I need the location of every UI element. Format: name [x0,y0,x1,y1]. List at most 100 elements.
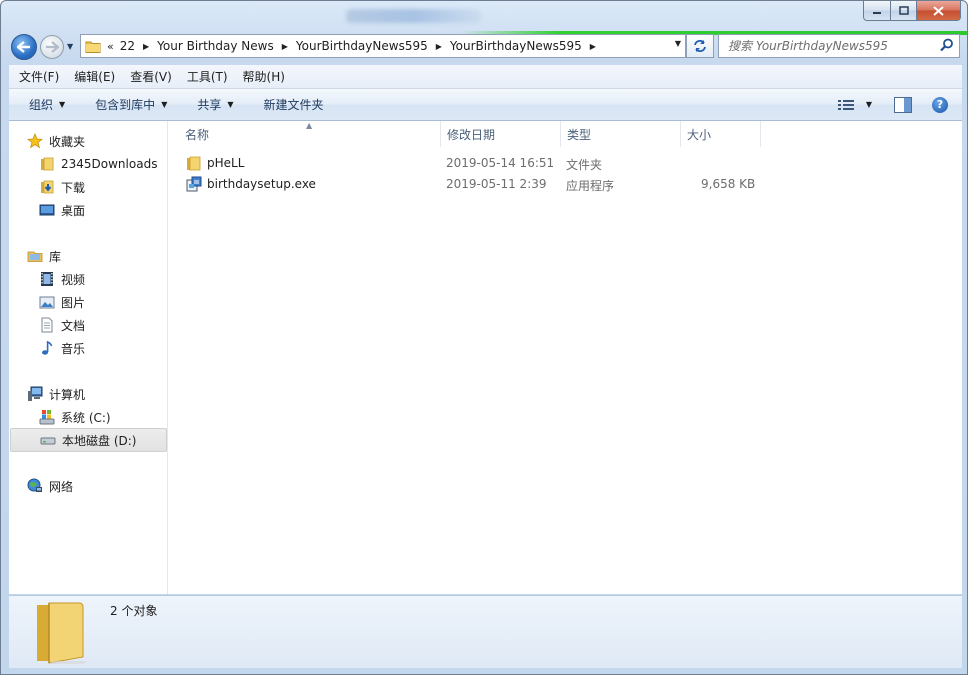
recent-pages-dropdown[interactable]: ▼ [67,42,73,51]
column-header-date-label: 修改日期 [447,127,496,142]
preview-pane-button[interactable] [894,96,912,113]
breadcrumb-22[interactable]: 22 [118,39,137,53]
file-date: 2019-05-14 16:51 [446,156,555,170]
command-bar-right: ▼ ? [837,89,962,120]
menu-file[interactable]: 文件(F) [14,68,64,85]
column-header-size[interactable]: 大小 [681,121,761,147]
help-icon: ? [936,98,944,111]
nav-item-label: 桌面 [61,203,86,218]
nav-libraries-label: 库 [49,249,62,264]
title-bar [1,1,967,31]
folder-icon [85,39,101,53]
chevron-down-icon: ▼ [227,100,234,109]
include-in-library-button[interactable]: 包含到库中 ▼ [92,96,170,113]
nav-item-desktop[interactable]: 桌面 [39,199,85,221]
system-drive-icon [39,410,55,425]
nav-item-music[interactable]: 音乐 [39,337,85,359]
star-icon [27,133,43,149]
close-button[interactable] [917,1,961,21]
nav-network[interactable]: 网络 [27,475,73,497]
nav-favorites[interactable]: 收藏夹 [27,130,85,152]
organize-button[interactable]: 组织 ▼ [26,96,68,113]
details-pane: 2 个对象 [9,595,962,668]
minimize-button[interactable] [863,1,891,21]
breadcrumb-your-birthday-news[interactable]: Your Birthday News [155,39,276,53]
column-header-date[interactable]: 修改日期 [441,121,561,147]
forward-button[interactable] [40,35,64,59]
menu-help[interactable]: 帮助(H) [238,68,290,85]
nav-item-drive-d[interactable]: 本地磁盘 (D:) [10,428,167,452]
column-header-type[interactable]: 类型 [561,121,681,147]
include-in-library-label: 包含到库中 [95,98,156,112]
pictures-icon [39,296,55,309]
content-area: 收藏夹 2345Downloads 下载 桌面 库 视频 图片 文档 音乐 计算… [9,121,962,594]
nav-network-label: 网络 [49,479,74,494]
library-icon [27,251,43,262]
column-header-name-label: 名称 [185,127,210,142]
computer-icon [28,386,43,401]
menu-bar: 文件(F) 编辑(E) 查看(V) 工具(T) 帮助(H) [9,65,962,89]
file-row[interactable]: pHeLL 2019-05-14 16:51 文件夹 [168,153,768,174]
navigation-pane: 收藏夹 2345Downloads 下载 桌面 库 视频 图片 文档 音乐 计算… [9,121,168,594]
music-icon [42,340,53,355]
nav-item-label: 本地磁盘 (D:) [62,433,137,448]
nav-computer[interactable]: 计算机 [27,383,85,405]
nav-item-label: 下载 [61,180,86,195]
share-label: 共享 [197,98,222,112]
refresh-button[interactable] [686,34,714,58]
nav-item-pictures[interactable]: 图片 [39,291,85,313]
back-button[interactable] [11,34,37,60]
nav-item-drive-c[interactable]: 系统 (C:) [39,406,111,428]
file-size: 9,658 KB [701,177,756,191]
overflow-chevron[interactable]: « [107,40,114,53]
breadcrumb-separator-icon[interactable]: ▶ [143,42,149,51]
chevron-down-icon: ▼ [865,100,872,109]
details-view-icon [837,99,854,110]
help-button[interactable]: ? [932,96,948,113]
item-count: 2 个对象 [110,604,158,618]
file-name: birthdaysetup.exe [207,177,316,191]
folder-icon [41,157,54,171]
change-view-button[interactable]: ▼ [837,99,872,111]
address-bar[interactable]: « 22 ▶ Your Birthday News ▶ YourBirthday… [80,34,686,58]
breadcrumb-separator-icon[interactable]: ▶ [282,42,288,51]
address-history-dropdown[interactable]: ▼ [675,39,681,48]
maximize-button[interactable] [891,1,917,21]
downloads-folder-icon [41,180,54,194]
menu-edit[interactable]: 编辑(E) [69,68,120,85]
nav-libraries[interactable]: 库 [27,245,61,267]
new-folder-button[interactable]: 新建文件夹 [261,96,327,113]
search-icon[interactable] [940,38,954,52]
nav-item-label: 音乐 [61,341,86,356]
nav-item-videos[interactable]: 视频 [39,268,85,290]
explorer-window: ▼ « 22 ▶ Your Birthday News ▶ YourBirthd… [0,0,968,675]
nav-favorites-label: 收藏夹 [49,134,86,149]
file-list: 名称 ▲ 修改日期 类型 大小 pHeLL 2019-05-14 16:51 文… [168,121,962,594]
new-folder-label: 新建文件夹 [263,98,324,112]
folder-icon [187,156,201,171]
column-header-type-label: 类型 [567,127,592,142]
hard-drive-icon [40,437,56,445]
file-date: 2019-05-11 2:39 [446,177,547,191]
close-icon [933,5,944,16]
breadcrumb-separator-icon[interactable]: ▶ [590,42,596,51]
maximize-icon [898,6,909,15]
file-type: 文件夹 [566,158,603,172]
nav-item-2345downloads[interactable]: 2345Downloads [39,153,157,175]
breadcrumb-separator-icon[interactable]: ▶ [436,42,442,51]
share-button[interactable]: 共享 ▼ [194,96,236,113]
breadcrumb-current-folder[interactable]: YourBirthdayNews595 [448,39,584,53]
blurred-title [346,9,481,23]
menu-tools[interactable]: 工具(T) [182,68,233,85]
nav-item-documents[interactable]: 文档 [39,314,85,336]
window-controls [863,1,961,21]
file-name: pHeLL [207,156,245,170]
menu-view[interactable]: 查看(V) [125,68,177,85]
nav-item-downloads[interactable]: 下载 [39,176,85,198]
file-row[interactable]: birthdaysetup.exe 2019-05-11 2:39 应用程序 9… [168,174,768,195]
minimize-icon [873,11,881,14]
breadcrumb-yourbirthdaynews595[interactable]: YourBirthdayNews595 [294,39,430,53]
nav-item-label: 图片 [61,295,86,310]
search-input[interactable] [726,38,935,54]
nav-item-label: 2345Downloads [61,157,158,171]
